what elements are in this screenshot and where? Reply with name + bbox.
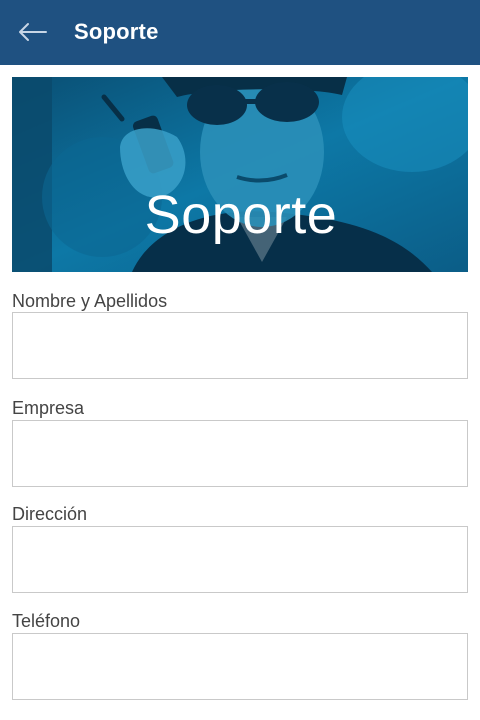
app-bar: Soporte xyxy=(0,0,480,65)
back-button[interactable] xyxy=(16,18,48,46)
company-input[interactable] xyxy=(12,420,468,487)
address-input[interactable] xyxy=(12,526,468,593)
phone-label: Teléfono xyxy=(12,611,81,631)
address-field: Dirección xyxy=(12,502,468,593)
phone-input[interactable] xyxy=(12,633,468,700)
phone-field: Teléfono xyxy=(12,609,468,700)
name-label: Nombre y Apellidos xyxy=(12,291,168,311)
address-label: Dirección xyxy=(12,504,88,524)
name-input[interactable] xyxy=(12,312,468,379)
page-title: Soporte xyxy=(74,19,159,44)
banner-title: Soporte xyxy=(144,185,338,245)
company-field: Empresa xyxy=(12,396,468,487)
hero-banner: Soporte xyxy=(12,77,468,272)
company-label: Empresa xyxy=(12,398,85,418)
name-field: Nombre y Apellidos xyxy=(12,289,468,379)
arrow-left-icon xyxy=(19,23,47,41)
